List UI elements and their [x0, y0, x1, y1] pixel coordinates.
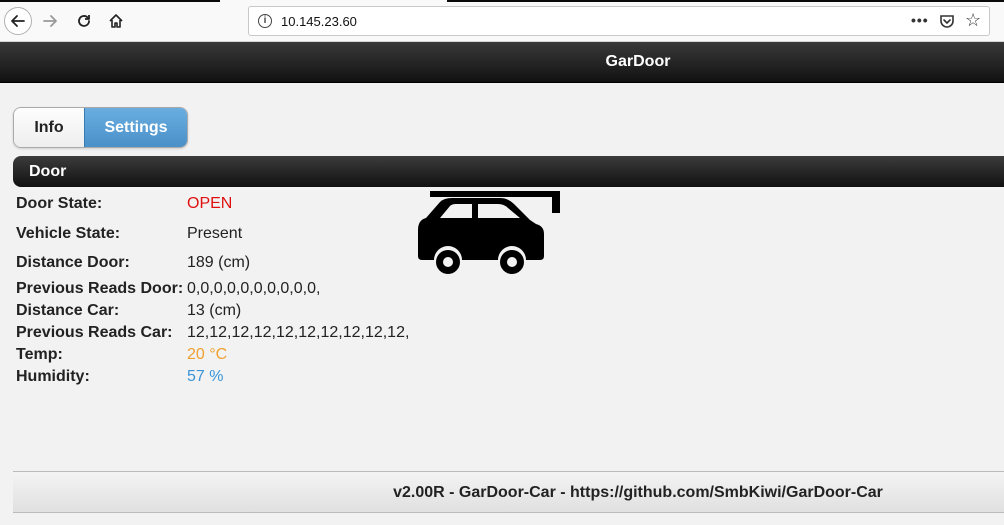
- distance-car-value: 13 (cm): [187, 302, 242, 319]
- more-icon[interactable]: •••: [911, 12, 929, 28]
- home-icon: [109, 14, 123, 28]
- door-state-value: OPEN: [187, 195, 233, 212]
- home-button[interactable]: [102, 7, 130, 35]
- pocket-icon[interactable]: [939, 13, 955, 29]
- forward-icon: [43, 15, 57, 27]
- address-bar[interactable]: i 10.145.23.60 ••• ☆: [248, 6, 990, 36]
- reload-icon: [78, 15, 90, 27]
- door-state-label: Door State:: [16, 195, 103, 212]
- car-in-garage-icon: [418, 191, 560, 274]
- footer-text: v2.00R - GarDoor-Car - https://github.co…: [393, 484, 883, 501]
- reload-button[interactable]: [70, 7, 98, 35]
- vehicle-state-value: Present: [187, 225, 243, 242]
- previous-reads-car-value: 12,12,12,12,12,12,12,12,12,12,: [187, 324, 410, 341]
- back-button[interactable]: [4, 7, 32, 35]
- app-title: GarDoor: [605, 53, 671, 70]
- tab-info[interactable]: Info: [14, 108, 84, 147]
- temp-value: 20 °C: [187, 346, 228, 363]
- previous-reads-door-label: Previous Reads Door:: [16, 280, 184, 297]
- tab-bar: Info Settings: [13, 107, 188, 148]
- app-header: GarDoor: [0, 42, 1004, 83]
- footer: v2.00R - GarDoor-Car - https://github.co…: [13, 471, 1004, 513]
- section-title: Door: [29, 163, 67, 180]
- bookmark-star-icon[interactable]: ☆: [965, 10, 981, 31]
- vehicle-state-label: Vehicle State:: [16, 225, 121, 242]
- info-icon[interactable]: i: [258, 14, 272, 28]
- distance-door-value: 189 (cm): [187, 254, 251, 271]
- previous-reads-door-value: 0,0,0,0,0,0,0,0,0,0,: [187, 280, 321, 297]
- distance-door-label: Distance Door:: [16, 254, 130, 271]
- tab-strip-edge: [447, 0, 1004, 2]
- browser-toolbar: i 10.145.23.60 ••• ☆: [0, 0, 1004, 42]
- tab-strip-edge: [0, 0, 220, 2]
- previous-reads-car-label: Previous Reads Car:: [16, 324, 173, 341]
- distance-car-label: Distance Car:: [16, 302, 120, 319]
- temp-label: Temp:: [16, 346, 63, 363]
- url-text[interactable]: 10.145.23.60: [281, 14, 357, 29]
- door-section-header: Door: [13, 156, 1004, 187]
- humidity-value: 57 %: [187, 368, 224, 385]
- forward-button[interactable]: [36, 7, 64, 35]
- tab-settings[interactable]: Settings: [84, 108, 187, 147]
- humidity-label: Humidity:: [16, 368, 90, 385]
- back-icon: [11, 15, 25, 27]
